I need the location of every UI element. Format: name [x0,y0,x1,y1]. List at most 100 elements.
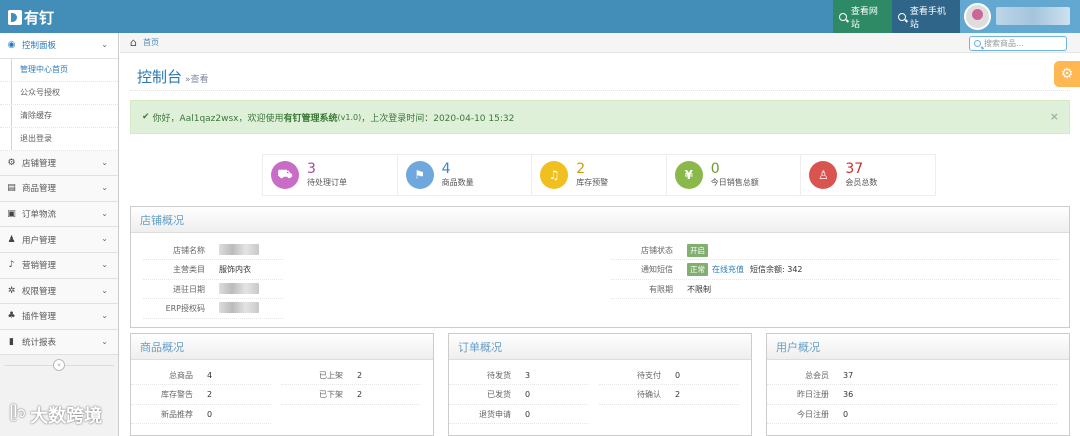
info-row: 库存警告 2 [131,386,271,405]
info-value: 0 [843,409,849,419]
sidebar-item-dashboard[interactable]: ◉ 控制面板 ⌄ [0,33,118,59]
chevron-down-icon: ⌄ [101,311,108,321]
bell-icon: ♪ [8,260,15,271]
page-title: 控制台 [137,68,183,86]
search-icon [974,40,981,47]
view-mobile-button[interactable]: 查看手机站 [892,0,960,33]
chevron-down-icon: ⌄ [101,234,108,244]
user-menu[interactable] [960,0,1080,33]
info-row: 待发货 3 [449,366,589,385]
stat-value: 2 [576,161,586,177]
stat-text: 4 商品数量 [442,162,474,188]
app-logo[interactable]: 有钉 [8,7,54,28]
sidebar-item-marketing[interactable]: ♪ 营销管理 ⌄ [0,252,118,279]
info-value: 2 [357,390,363,399]
chevron-down-icon: ⌄ [101,183,108,193]
watermark-logo-icon: ᥫ᭡ [10,404,27,421]
user-icon: ♟ [7,234,16,245]
info-value: 2 [675,390,681,399]
stat-value: 37 [845,161,864,177]
check-icon: ✔ [142,112,150,122]
info-row: 总商品 4 [131,366,271,385]
avatar[interactable] [964,3,991,30]
stat-card[interactable]: ♫ 2 库存预警 [532,155,667,195]
info-key: 店铺状态 [641,245,673,255]
panel-title: 店铺概况 [131,207,1069,233]
redacted-value [219,282,259,294]
panel-title: 用户概况 [767,334,1069,360]
sidebar-item-label: 订单物流 [22,210,57,221]
page-subtitle: »查看 [185,75,209,85]
panel-title: 订单概况 [449,334,751,360]
close-icon[interactable]: × [1050,110,1059,123]
stat-card[interactable]: ⚑ 4 商品数量 [398,155,533,195]
gear-icon: ⚙ [7,157,16,168]
subitem-wechat-auth[interactable]: 公众号授权 [0,81,118,105]
info-value: 0 [525,390,531,399]
stat-card[interactable]: ♙ 37 会员总数 [801,155,935,195]
info-key: 退货申请 [479,409,511,419]
alert-system-name: 有钉管理系统 [283,113,338,124]
chevron-down-icon: ⌄ [101,40,108,49]
search-icon [839,12,847,21]
info-key: 新品推荐 [161,409,193,419]
watermark-text: 大数跨境 [30,406,103,427]
stats-bar: ⛟ 3 待处理订单 ⚑ 4 商品数量 ♫ 2 库存预警 ¥0 今日销售总额 ♙ 37 会员总数 [262,154,936,196]
stat-text: 37 会员总数 [845,162,877,188]
sidebar-item-label: 商品管理 [22,184,57,195]
orders-overview-panel: 订单概况 待发货 3 已发货 0 退货申请 0 待支付 0 待确认 2 [448,333,752,436]
sidebar-item-goods[interactable]: ▤ 商品管理 ⌄ [0,176,118,202]
users-overview-panel: 用户概况 总会员 37 昨日注册 36 今日注册 0 [766,333,1070,436]
settings-button[interactable]: ⚙ [1054,61,1080,87]
view-mobile-label: 查看手机站 [909,6,946,30]
breadcrumb-home[interactable]: 首页 [143,37,159,48]
subitem-clear-cache[interactable]: 清除缓存 [0,104,118,128]
stat-card[interactable]: ⛟ 3 待处理订单 [263,155,398,195]
info-value [219,282,259,296]
info-value: 服饰内衣 [219,265,251,274]
info-value: 4 [207,370,213,380]
breadcrumb: ⌂ 首页 [120,33,1080,53]
sidebar-item-plugins[interactable]: ♣ 插件管理 ⌄ [0,304,118,330]
sidebar-item-label: 插件管理 [22,312,57,323]
stat-card[interactable]: ¥0 今日销售总额 [667,155,802,195]
info-key: 通知短信 [641,265,673,274]
sidebar-item-reports[interactable]: ▮ 统计报表 ⌄ [0,329,118,356]
subitem-logout[interactable]: 退出登录 [0,127,118,151]
info-value: 3 [525,370,531,380]
watermark: ᥫ᭡ 大数跨境 [10,402,102,428]
view-site-button[interactable]: 查看网站 [833,0,892,33]
top-navbar: 有钉 查看网站 查看手机站 [0,0,1080,33]
alert-version: (v1.0) [337,112,362,122]
double-chevron-left-icon[interactable]: « [53,359,65,372]
status-badge: 开启 [687,243,708,257]
yen-icon: ¥ [674,161,703,189]
stat-text: 0 今日销售总额 [711,162,759,188]
sidebar-item-label: 统计报表 [22,338,57,349]
stat-label: 待处理订单 [307,178,347,187]
shop-overview-panel: 店铺概况 店铺名称 主营类目 服饰内衣 进驻日期 ERP授权码 店铺状态 开启 通知短信 正常… [130,206,1070,328]
info-key: 总商品 [169,370,193,380]
dashboard-icon: ◉ [7,40,16,51]
info-key: 待支付 [637,370,661,380]
subitem-admin-home[interactable]: 管理中心首页 [0,58,118,82]
stat-text: 2 库存预警 [576,162,608,188]
home-icon[interactable]: ⌂ [130,36,137,49]
stat-value: 4 [441,161,451,177]
chevron-down-icon: ⌄ [101,285,108,295]
sidebar-item-orders[interactable]: ▣ 订单物流 ⌄ [0,201,118,228]
search-input[interactable]: 搜索商品... [969,36,1067,51]
sidebar-item-users[interactable]: ♟ 用户管理 ⌄ [0,227,118,253]
sidebar-collapse-toggle[interactable]: « [0,355,118,375]
panel-title: 商品概况 [131,334,433,360]
sidebar-item-permissions[interactable]: ✲ 权限管理 ⌄ [0,278,118,305]
welcome-alert: ✔ 你好，Aal1qaz2wsx，欢迎使用 有钉管理系统 (v1.0) ，上次登… [130,100,1070,134]
info-row: 已发货 0 [449,386,589,405]
header-divider [130,90,1070,91]
goods-overview-panel: 商品概况 总商品 4 库存警告 2 新品推荐 0 已上架 2 已下架 2 [130,333,434,436]
status-badge: 正常 [687,263,708,276]
sidebar-item-shop[interactable]: ⚙ 店铺管理 ⌄ [0,150,118,177]
info-value: 0 [525,409,531,419]
info-value: 2 [207,390,213,399]
recharge-link[interactable]: 在线充值 [712,264,744,275]
